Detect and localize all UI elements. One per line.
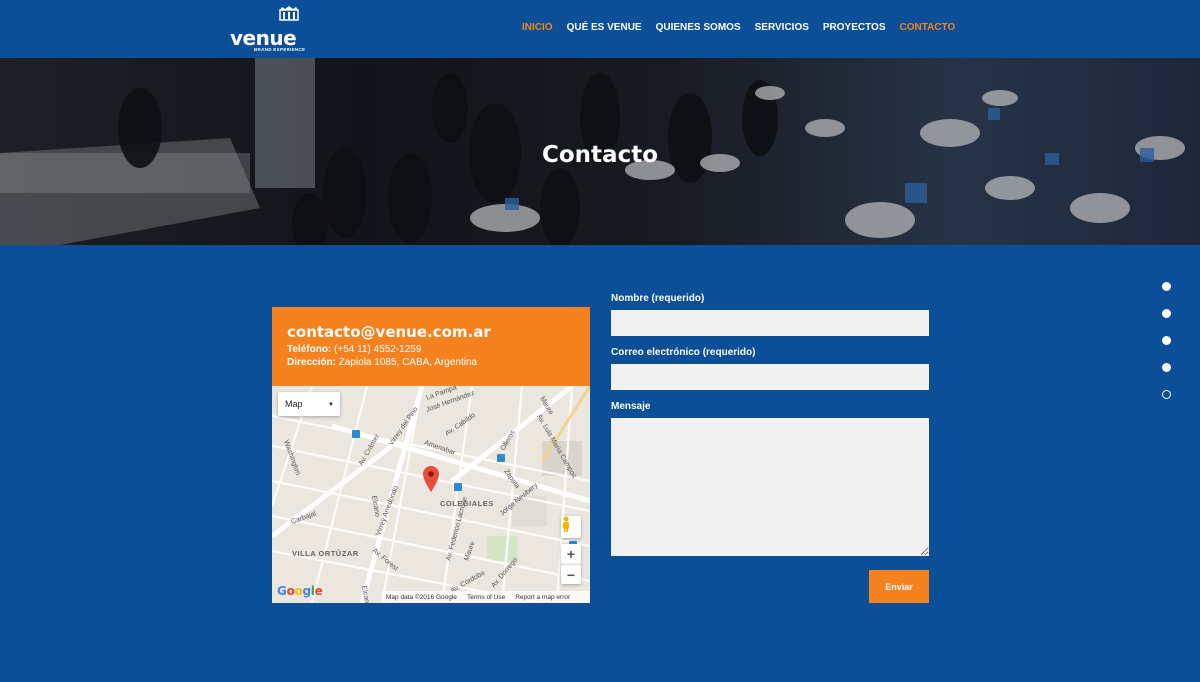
report-map-error-link[interactable]: Report a map error	[515, 594, 570, 601]
section-dot-1[interactable]	[1162, 282, 1171, 291]
nav-que-es-venue[interactable]: QUÉ ES VENUE	[567, 22, 642, 33]
terms-of-use-link[interactable]: Terms of Use	[467, 594, 505, 601]
google-logo[interactable]: Google	[277, 584, 323, 598]
section-dot-5[interactable]	[1162, 390, 1171, 399]
phone-label: Teléfono:	[287, 344, 332, 355]
zoom-out-button[interactable]: −	[561, 564, 581, 584]
map-attribution: Map data ©2016 Google Terms of Use Repor…	[382, 591, 590, 603]
map-data-text: Map data ©2016 Google	[386, 593, 457, 601]
contact-email[interactable]: contacto@venue.com.ar	[287, 323, 575, 341]
zoom-in-button[interactable]: +	[561, 544, 581, 564]
hero-banner: Contacto	[0, 58, 1200, 245]
map-pin-icon[interactable]	[423, 466, 439, 492]
name-label: Nombre (requerido)	[611, 293, 705, 304]
phone-value: (+54 11) 4552-1259	[334, 344, 422, 355]
message-label: Mensaje	[611, 401, 651, 412]
section-dot-4[interactable]	[1162, 363, 1171, 372]
nav-servicios[interactable]: SERVICIOS	[755, 22, 809, 33]
name-input[interactable]	[611, 310, 929, 336]
contact-info: contacto@venue.com.ar Teléfono: (+54 11)…	[272, 307, 590, 386]
section-dot-3[interactable]	[1162, 336, 1171, 345]
castle-icon	[279, 6, 299, 21]
main-nav: INICIO QUÉ ES VENUE QUIENES SOMOS SERVIC…	[522, 22, 955, 33]
nav-quienes-somos[interactable]: QUIENES SOMOS	[656, 22, 741, 33]
section-dot-2[interactable]	[1162, 309, 1171, 318]
nav-contacto[interactable]: CONTACTO	[900, 22, 956, 33]
page-title: Contacto	[542, 142, 658, 168]
email-input[interactable]	[611, 364, 929, 390]
message-textarea[interactable]	[611, 418, 929, 556]
site-header: venue BRAND EXPERIENCE INICIO QUÉ ES VEN…	[0, 0, 1200, 58]
svg-text:VILLA ORTÚZAR: VILLA ORTÚZAR	[292, 549, 359, 558]
nav-proyectos[interactable]: PROYECTOS	[823, 22, 886, 33]
send-button[interactable]: Enviar	[869, 570, 929, 603]
chevron-down-icon: ▼	[328, 402, 334, 408]
venue-logo[interactable]: venue BRAND EXPERIENCE	[230, 6, 306, 52]
phone-line: Teléfono: (+54 11) 4552-1259	[287, 344, 575, 355]
street-view-pegman[interactable]	[561, 516, 581, 538]
map-type-select[interactable]: Map ▼	[278, 392, 340, 416]
map-type-label: Map	[285, 399, 303, 409]
brand-tagline: BRAND EXPERIENCE	[254, 47, 306, 52]
address-line: Dirección: Zapiola 1085, CABA, Argentina	[287, 357, 575, 368]
map-canvas: La Pampa José Hernández Av. Cabildo Virr…	[272, 386, 590, 603]
contact-card: contacto@venue.com.ar Teléfono: (+54 11)…	[272, 307, 590, 603]
nav-inicio[interactable]: INICIO	[522, 22, 553, 33]
email-label: Correo electrónico (requerido)	[611, 347, 756, 358]
google-map[interactable]: La Pampa José Hernández Av. Cabildo Virr…	[272, 386, 590, 603]
pegman-icon	[563, 516, 569, 532]
svg-text:COLEGIALES: COLEGIALES	[440, 499, 494, 508]
address-label: Dirección:	[287, 357, 336, 368]
address-value: Zapiola 1085, CABA, Argentina	[338, 357, 478, 368]
